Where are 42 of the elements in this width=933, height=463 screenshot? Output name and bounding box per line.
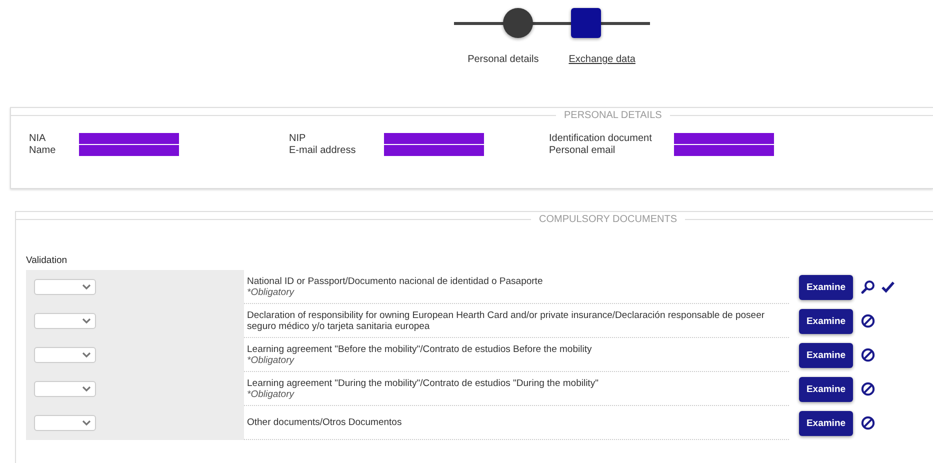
examine-button[interactable]: Examine (799, 308, 853, 334)
field-label: Identification document (549, 133, 653, 144)
document-name: Learning agreement "Before the mobility"/Contrato de estudios Before the mobility (247, 344, 593, 354)
document-name: Learning agreement "During the mobility"/Contrato de estudios "During the mobility" (247, 378, 600, 388)
check-icon (881, 281, 895, 293)
validation-select[interactable] (34, 313, 96, 329)
chevron-icon (82, 352, 91, 358)
search-icon[interactable] (861, 280, 875, 294)
document-name: Other documents/Otros Documentos (247, 417, 403, 428)
examine-button[interactable]: Examine (799, 410, 853, 436)
validation-select[interactable] (34, 279, 96, 295)
chevron-icon (82, 386, 91, 392)
validation-select[interactable] (34, 415, 96, 431)
section-title: COMPULSORY DOCUMENTS (539, 214, 677, 225)
step-label[interactable]: Exchange data (568, 54, 636, 65)
step-square[interactable] (570, 8, 600, 38)
field-label: NIP (289, 133, 307, 144)
validation-select[interactable] (34, 347, 96, 363)
document-name: Declaration of responsibility for owning European Hearth Card and/or private insurance/Declaración responsable de poseer seguro médico y/o tarjeta sanitaria europea (247, 310, 766, 332)
field-label: Name (29, 145, 57, 156)
examine-button[interactable]: Examine (799, 274, 853, 300)
ban-icon (861, 314, 875, 328)
step-label[interactable]: Personal details (468, 54, 539, 65)
section-title: PERSONAL DETAILS (564, 110, 662, 121)
field-label: NIA (29, 133, 47, 144)
field-label: Personal email (549, 145, 616, 156)
ban-icon (861, 348, 875, 362)
document-name: National ID or Passport/Documento nacional de identidad o Pasaporte (247, 276, 544, 286)
obligatory-note: *Obligatory (247, 354, 296, 366)
chevron-icon (82, 420, 91, 426)
obligatory-note: *Obligatory (247, 388, 296, 400)
ban-icon (861, 416, 875, 430)
validation-label: Validation (25, 254, 68, 268)
validation-select[interactable] (34, 381, 96, 397)
examine-button[interactable]: Examine (799, 342, 853, 368)
step-circle[interactable] (502, 8, 532, 38)
chevron-icon (82, 284, 91, 290)
chevron-icon (82, 318, 91, 324)
examine-button[interactable]: Examine (799, 376, 853, 402)
obligatory-note: *Obligatory (247, 286, 296, 298)
field-label: E-mail address (289, 145, 357, 156)
ban-icon (861, 382, 875, 396)
